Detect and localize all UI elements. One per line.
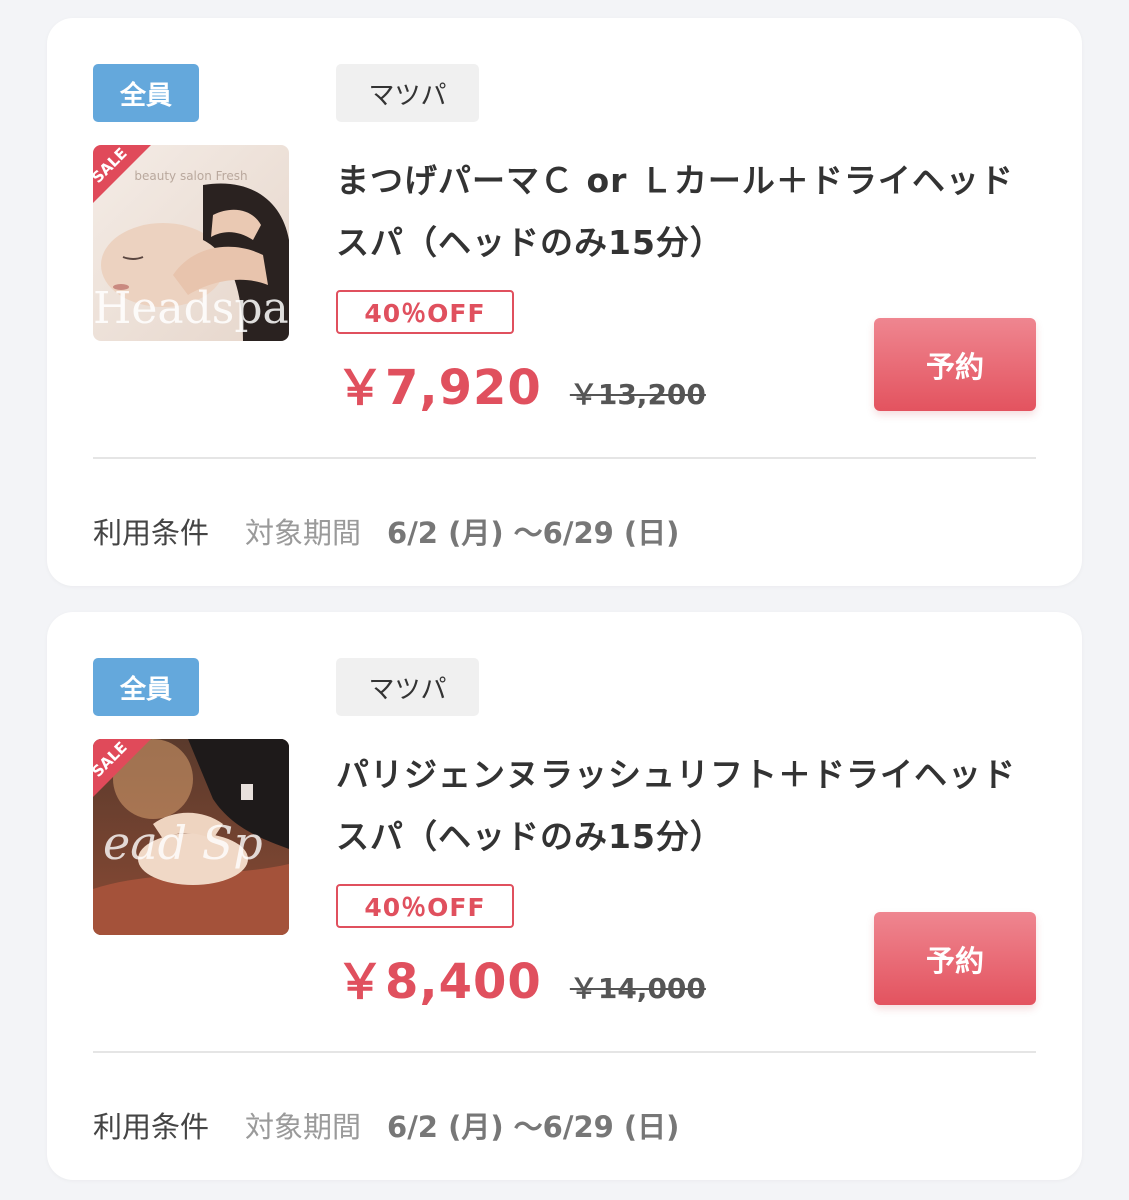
reserve-button[interactable]: 予約 — [874, 318, 1036, 411]
period-dates: 6/2 (月) 〜6/29 (日) — [387, 516, 680, 550]
period-dates: 6/2 (月) 〜6/29 (日) — [387, 1110, 680, 1144]
sale-price: ￥7,920 — [336, 360, 542, 416]
member-badge: 全員 — [93, 658, 199, 716]
price-row: ￥7,920 ￥13,200 — [336, 348, 706, 418]
discount-badge: 40％OFF — [336, 884, 514, 928]
period-label: 対象期間 — [245, 1110, 362, 1144]
sale-price: ￥8,400 — [336, 954, 542, 1010]
thumb-caption: beauty salon Fresh — [134, 169, 247, 183]
price-row: ￥8,400 ￥14,000 — [336, 942, 706, 1012]
period-label: 対象期間 — [245, 516, 362, 550]
member-badge: 全員 — [93, 64, 199, 122]
category-badge: マツパ — [336, 64, 479, 122]
terms-label: 利用条件 — [93, 516, 210, 550]
thumb-watermark: ead Sp — [103, 816, 263, 870]
coupon-title: まつげパーマＣ or Ｌカール＋ドライヘッドスパ（ヘッドのみ15分） — [336, 161, 1014, 262]
reserve-button[interactable]: 予約 — [874, 912, 1036, 1005]
coupon-thumbnail: ead Sp SALE — [93, 739, 289, 935]
original-price: ￥14,000 — [569, 972, 706, 1005]
terms-row: 利用条件 対象期間 6/2 (月) 〜6/29 (日) — [93, 510, 679, 552]
coupon-thumbnail: beauty salon Fresh Headspa SALE — [93, 145, 289, 341]
terms-label: 利用条件 — [93, 1110, 210, 1144]
coupon-card: 全員 マツパ beauty salon Fresh Headspa SALE ま… — [47, 18, 1082, 586]
terms-row: 利用条件 対象期間 6/2 (月) 〜6/29 (日) — [93, 1104, 679, 1146]
thumb-watermark: Headspa — [93, 283, 289, 334]
divider — [93, 1051, 1036, 1053]
category-badge: マツパ — [336, 658, 479, 716]
coupon-card: 全員 マツパ ead Sp SALE パリジェンヌラッシュリフト＋ドライヘッドス… — [47, 612, 1082, 1180]
original-price: ￥13,200 — [569, 378, 706, 411]
divider — [93, 457, 1036, 459]
discount-badge: 40％OFF — [336, 290, 514, 334]
coupon-title: パリジェンヌラッシュリフト＋ドライヘッドスパ（ヘッドのみ15分） — [336, 755, 1016, 856]
